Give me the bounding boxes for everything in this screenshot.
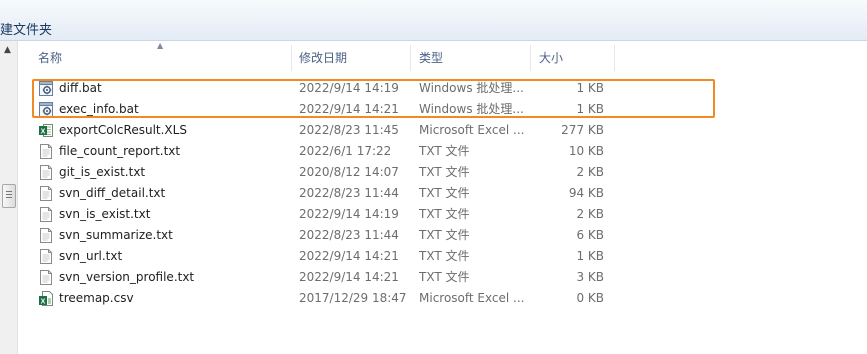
file-type: TXT 文件 bbox=[419, 207, 470, 221]
column-divider[interactable] bbox=[410, 45, 411, 71]
svg-text:X: X bbox=[41, 299, 46, 306]
file-row[interactable]: svn_summarize.txt 2022/8/23 11:44 TXT 文件 6 … bbox=[18, 225, 867, 246]
column-header-type[interactable]: 类型 bbox=[419, 43, 443, 73]
file-name: file_count_report.txt bbox=[59, 144, 181, 158]
file-date: 2022/9/14 14:21 bbox=[299, 249, 399, 263]
file-date: 2017/12/29 18:47 bbox=[299, 291, 407, 305]
column-header-size[interactable]: 大小 bbox=[539, 43, 563, 73]
column-divider[interactable] bbox=[530, 45, 531, 71]
file-type: Microsoft Excel ... bbox=[419, 291, 525, 305]
file-date: 2022/8/23 11:45 bbox=[299, 123, 399, 137]
file-name: treemap.csv bbox=[59, 291, 134, 305]
file-row[interactable]: file_count_report.txt 2022/6/1 17:22 TXT 文… bbox=[18, 141, 867, 162]
file-size: 2 KB bbox=[576, 165, 604, 179]
thumb-grip-line bbox=[6, 197, 12, 198]
toolbar: 建文件夹 bbox=[0, 0, 867, 41]
file-type: Microsoft Excel ... bbox=[419, 123, 525, 137]
text-file-icon bbox=[38, 206, 54, 223]
vertical-scrollbar[interactable]: ▲ bbox=[0, 41, 18, 354]
file-size: 6 KB bbox=[576, 228, 604, 242]
file-row[interactable]: svn_diff_detail.txt 2022/8/23 11:44 TXT 文件… bbox=[18, 183, 867, 204]
file-size: 2 KB bbox=[576, 207, 604, 221]
file-size: 10 KB bbox=[568, 144, 604, 158]
text-file-icon bbox=[38, 164, 54, 181]
file-date: 2022/9/14 14:21 bbox=[299, 270, 399, 284]
file-type: TXT 文件 bbox=[419, 270, 470, 284]
file-type: TXT 文件 bbox=[419, 228, 470, 242]
file-row[interactable]: git_is_exist.txt 2020/8/12 14:07 TXT 文件 2 K… bbox=[18, 162, 867, 183]
file-type: TXT 文件 bbox=[419, 186, 470, 200]
file-date: 2022/8/23 11:44 bbox=[299, 186, 399, 200]
column-divider[interactable] bbox=[291, 45, 292, 71]
file-row[interactable]: svn_url.txt 2022/9/14 14:21 TXT 文件 1 KB bbox=[18, 246, 867, 267]
text-file-icon bbox=[38, 143, 54, 160]
column-header-date[interactable]: 修改日期 bbox=[299, 43, 347, 73]
file-name: svn_summarize.txt bbox=[59, 228, 173, 242]
text-file-icon bbox=[38, 248, 54, 265]
file-size: 3 KB bbox=[576, 270, 604, 284]
highlight-box bbox=[32, 79, 715, 118]
column-header-row: ▲ 名称 修改日期 类型 大小 bbox=[18, 41, 867, 73]
file-row[interactable]: XexportColcResult.XLS 2022/8/23 11:45 Micr… bbox=[18, 120, 867, 141]
scrollbar-thumb[interactable] bbox=[2, 184, 16, 208]
text-file-icon bbox=[38, 269, 54, 286]
excel-csv-icon: X bbox=[38, 290, 54, 307]
file-size: 0 KB bbox=[576, 291, 604, 305]
file-name: svn_url.txt bbox=[59, 249, 123, 263]
file-date: 2022/6/1 17:22 bbox=[299, 144, 392, 158]
file-type: TXT 文件 bbox=[419, 144, 470, 158]
file-date: 2022/9/14 14:19 bbox=[299, 207, 399, 221]
file-size: 1 KB bbox=[576, 249, 604, 263]
file-name: svn_diff_detail.txt bbox=[59, 186, 166, 200]
excel-file-icon: X bbox=[38, 122, 54, 139]
sort-ascending-icon: ▲ bbox=[157, 41, 164, 50]
file-date: 2020/8/12 14:07 bbox=[299, 165, 399, 179]
file-row[interactable]: svn_is_exist.txt 2022/9/14 14:19 TXT 文件 2 K… bbox=[18, 204, 867, 225]
file-date: 2022/8/23 11:44 bbox=[299, 228, 399, 242]
file-size: 277 KB bbox=[561, 123, 604, 137]
file-size: 94 KB bbox=[568, 186, 604, 200]
thumb-grip-line bbox=[6, 191, 12, 192]
svg-text:X: X bbox=[41, 129, 46, 136]
text-file-icon bbox=[38, 227, 54, 244]
file-name: svn_version_profile.txt bbox=[59, 270, 195, 284]
thumb-grip-line bbox=[6, 194, 12, 195]
column-header-name[interactable]: 名称 bbox=[38, 43, 62, 73]
file-row[interactable]: Xtreemap.csv 2017/12/29 18:47 Microsoft Ex… bbox=[18, 288, 867, 309]
file-name: exportColcResult.XLS bbox=[59, 123, 187, 137]
text-file-icon bbox=[38, 185, 54, 202]
scroll-up-arrow-icon[interactable]: ▲ bbox=[4, 45, 11, 55]
file-type: TXT 文件 bbox=[419, 249, 470, 263]
file-type: TXT 文件 bbox=[419, 165, 470, 179]
file-name: git_is_exist.txt bbox=[59, 165, 146, 179]
file-row[interactable]: svn_version_profile.txt 2022/9/14 14:21 TX… bbox=[18, 267, 867, 288]
column-divider[interactable] bbox=[614, 45, 615, 71]
file-name: svn_is_exist.txt bbox=[59, 207, 151, 221]
new-folder-button[interactable]: 建文件夹 bbox=[0, 19, 52, 38]
